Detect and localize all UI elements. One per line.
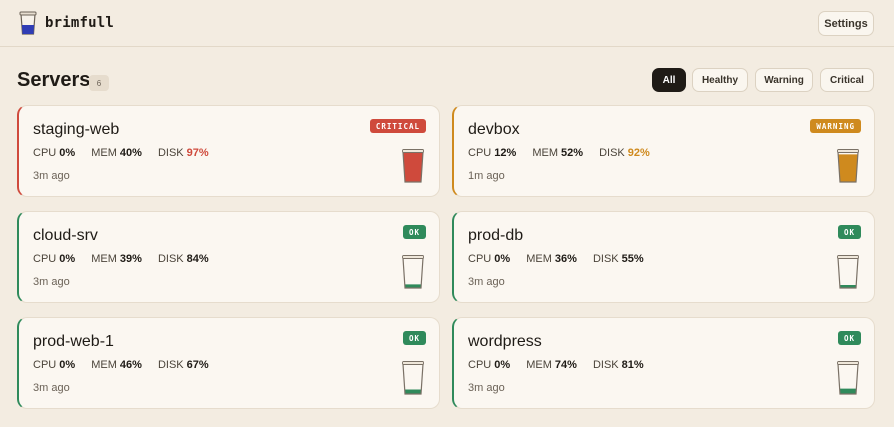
mem-label: MEM — [91, 359, 117, 371]
last-seen: 3m ago — [33, 170, 70, 182]
page-title: Servers — [17, 69, 91, 91]
fill-level-cup-icon — [837, 255, 859, 289]
filter-healthy-button[interactable]: Healthy — [692, 68, 748, 92]
server-metrics: CPU 0% MEM 40% DISK 97% — [33, 147, 222, 159]
server-card[interactable]: cloud-srv OK CPU 0% MEM 39% DISK 84% 3m ago — [17, 211, 440, 303]
mem-label: MEM — [91, 147, 117, 159]
disk-label: DISK — [157, 253, 184, 265]
disk-value: 67% — [186, 359, 209, 371]
disk-label: DISK — [157, 359, 184, 371]
server-name: cloud-srv — [33, 227, 98, 244]
mem-value: 46% — [119, 359, 142, 371]
mem-value: 40% — [119, 147, 142, 159]
status-badge: WARNING — [810, 119, 861, 133]
status-badge: CRITICAL — [369, 119, 426, 133]
cpu-value: 0% — [59, 253, 76, 265]
mem-value: 39% — [119, 253, 142, 265]
mem-label: MEM — [526, 359, 552, 371]
last-seen: 3m ago — [468, 276, 505, 288]
disk-value: 55% — [621, 253, 644, 265]
cup-logo-icon — [19, 11, 37, 35]
server-name: devbox — [468, 121, 520, 138]
fill-level-cup-icon — [402, 255, 424, 289]
cpu-label: CPU — [468, 253, 492, 265]
disk-label: DISK — [592, 359, 619, 371]
server-card[interactable]: prod-db OK CPU 0% MEM 36% DISK 55% 3m ago — [452, 211, 875, 303]
disk-label: DISK — [599, 147, 625, 159]
last-seen: 3m ago — [468, 382, 505, 394]
server-card[interactable]: prod-web-1 OK CPU 0% MEM 46% DISK 67% 3m ag… — [17, 317, 440, 409]
mem-label: MEM — [91, 253, 117, 265]
disk-value: 84% — [186, 253, 209, 265]
cpu-label: CPU — [33, 147, 57, 159]
server-name: prod-db — [468, 227, 524, 244]
filter-all-button[interactable]: All — [652, 68, 686, 92]
last-seen: 3m ago — [33, 276, 70, 288]
cpu-value: 0% — [59, 147, 76, 159]
fill-level-cup-icon — [402, 361, 424, 395]
mem-value: 52% — [561, 147, 584, 159]
status-badge: OK — [402, 225, 426, 239]
disk-label: DISK — [157, 147, 184, 159]
server-name: wordpress — [468, 333, 542, 350]
top-bar: brimfull Settings — [0, 0, 894, 47]
filter-critical-button[interactable]: Critical — [820, 68, 874, 92]
server-metrics: CPU 12% MEM 52% DISK 92% — [468, 147, 663, 159]
mem-value: 36% — [554, 253, 577, 265]
disk-value: 92% — [627, 147, 650, 159]
cpu-value: 0% — [494, 253, 511, 265]
cpu-label: CPU — [33, 253, 57, 265]
cpu-value: 0% — [494, 359, 511, 371]
server-count-badge: 6 — [89, 75, 109, 91]
status-badge: OK — [837, 331, 861, 345]
server-name: prod-web-1 — [33, 333, 114, 350]
status-badge: OK — [402, 331, 426, 345]
server-metrics: CPU 0% MEM 36% DISK 55% — [468, 253, 657, 265]
fill-level-cup-icon — [402, 149, 424, 183]
mem-label: MEM — [532, 147, 558, 159]
cpu-value: 12% — [494, 147, 517, 159]
server-card[interactable]: staging-web CRITICAL CPU 0% MEM 40% DISK 97… — [17, 105, 440, 197]
mem-label: MEM — [526, 253, 552, 265]
cpu-value: 0% — [59, 359, 76, 371]
cpu-label: CPU — [33, 359, 57, 371]
app-name: brimfull — [45, 15, 115, 31]
cpu-label: CPU — [468, 359, 492, 371]
server-card[interactable]: devbox WARNING CPU 12% MEM 52% DISK 92% 1m … — [452, 105, 875, 197]
fill-level-cup-icon — [837, 361, 859, 395]
server-metrics: CPU 0% MEM 74% DISK 81% — [468, 359, 657, 371]
disk-value: 97% — [186, 147, 209, 159]
last-seen: 3m ago — [33, 382, 70, 394]
server-name: staging-web — [33, 121, 120, 138]
last-seen: 1m ago — [468, 170, 505, 182]
server-metrics: CPU 0% MEM 39% DISK 84% — [33, 253, 222, 265]
server-card[interactable]: wordpress OK CPU 0% MEM 74% DISK 81% 3m ago — [452, 317, 875, 409]
filter-warning-button[interactable]: Warning — [755, 68, 813, 92]
status-badge: OK — [837, 225, 861, 239]
disk-label: DISK — [592, 253, 619, 265]
mem-value: 74% — [554, 359, 577, 371]
settings-button[interactable]: Settings — [818, 11, 874, 36]
disk-value: 81% — [621, 359, 644, 371]
server-metrics: CPU 0% MEM 46% DISK 67% — [33, 359, 222, 371]
fill-level-cup-icon — [837, 149, 859, 183]
cpu-label: CPU — [468, 147, 492, 159]
